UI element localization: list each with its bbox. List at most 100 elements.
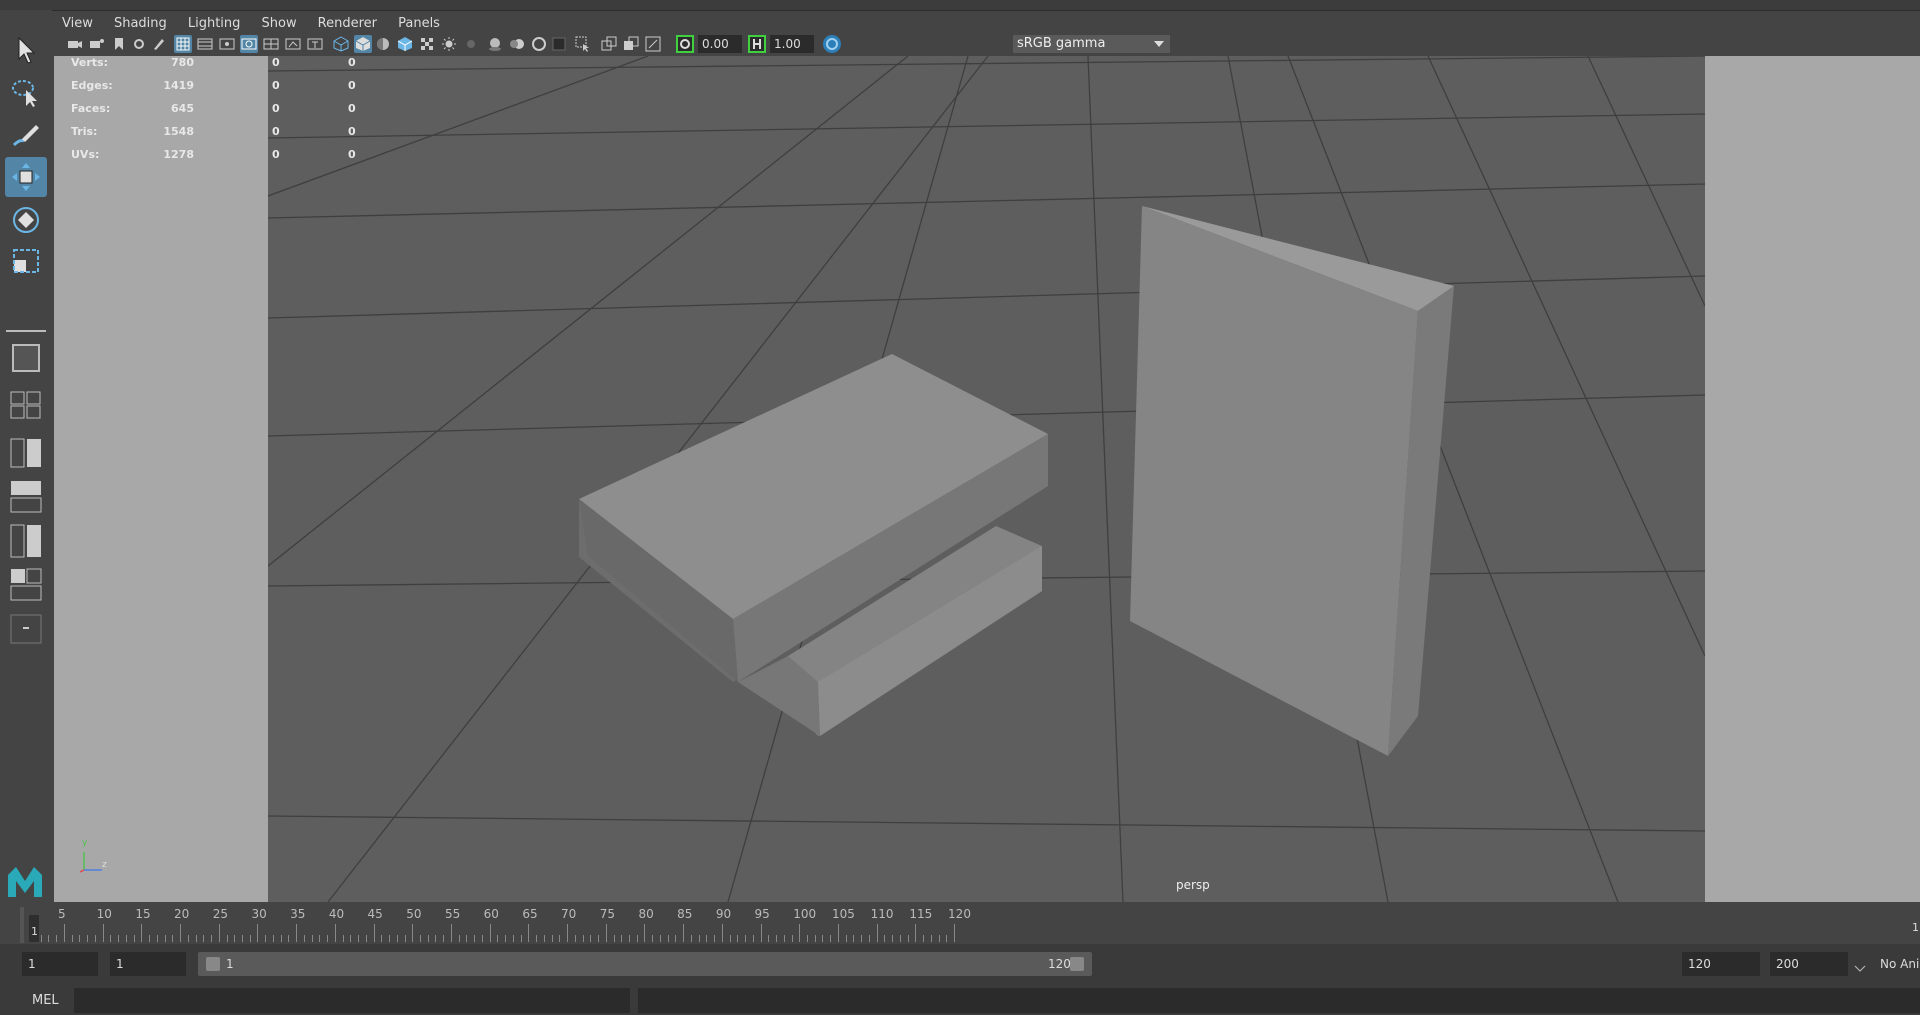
start-time-field[interactable]: 1 [22, 952, 98, 976]
time-label: 50 [406, 907, 422, 921]
xray-joints-button[interactable] [622, 35, 640, 53]
time-tick [745, 935, 747, 942]
menu-panels[interactable]: Panels [398, 14, 440, 34]
perspective-camera-view[interactable]: persp [268, 56, 1705, 902]
exposure-toggle-button[interactable] [676, 35, 694, 53]
camera-select-button[interactable] [66, 35, 84, 53]
time-tick [466, 935, 468, 942]
viewport-panel[interactable]: persp Verts: 780 0 0 Edges: 1419 0 0 Fac… [54, 56, 1920, 902]
view-transform-dropdown[interactable] [1148, 35, 1170, 53]
time-label: 75 [599, 907, 616, 921]
time-tick [257, 924, 259, 942]
time-tick [272, 935, 274, 942]
hud-value: 1548 [163, 125, 194, 138]
gate-mask-button[interactable] [240, 35, 258, 53]
camera-attributes-button[interactable] [88, 35, 106, 53]
script-language-toggle[interactable]: MEL [10, 986, 70, 1015]
motion-blur-button[interactable] [508, 35, 526, 53]
safe-title-button[interactable] [306, 35, 324, 53]
range-slider[interactable]: 1 120 [198, 952, 1092, 976]
command-input[interactable] [74, 988, 630, 1013]
field-chart-button[interactable] [262, 35, 280, 53]
aa-icon [532, 37, 546, 51]
time-tick [892, 935, 894, 942]
hypershade-layout-button[interactable] [9, 568, 43, 601]
multisample-aa-button[interactable] [530, 35, 548, 53]
wireframe-button[interactable] [332, 35, 350, 53]
persp-graph-icon [10, 481, 42, 513]
use-default-material-button[interactable] [374, 35, 392, 53]
xray-button[interactable] [600, 35, 618, 53]
film-gate-button[interactable] [196, 35, 214, 53]
time-label: 85 [677, 907, 693, 921]
resolution-gate-button[interactable] [218, 35, 236, 53]
shadows-button[interactable] [460, 35, 478, 53]
xray-components-button[interactable] [644, 35, 662, 53]
time-label: 90 [715, 907, 732, 921]
wireframe-on-shaded-button[interactable] [396, 35, 414, 53]
smooth-shade-button[interactable] [354, 35, 372, 53]
chevron-down-icon [1854, 965, 1866, 972]
grid-toggle-button[interactable] [174, 35, 192, 53]
lasso-tool-button[interactable] [5, 72, 47, 112]
outliner-persp-layout-button[interactable] [9, 438, 43, 468]
axis-y-label: y [82, 838, 88, 848]
time-tick [567, 924, 569, 942]
playback-end-field[interactable]: 120 [1682, 952, 1760, 976]
range-start-handle[interactable] [206, 957, 220, 971]
menu-shading[interactable]: Shading [114, 14, 167, 34]
outliner-graph-layout-button[interactable] [9, 524, 43, 558]
time-tick [172, 935, 174, 942]
time-tick [373, 924, 375, 942]
rotate-tool-button[interactable] [5, 200, 47, 240]
isolate-select-button[interactable] [574, 35, 592, 53]
safe-title-icon [307, 38, 323, 50]
end-time-field[interactable]: 200 [1770, 952, 1848, 976]
hud-row-edges: Edges: 1419 0 0 [54, 79, 364, 99]
view-transform-select[interactable]: sRGB gamma [1013, 35, 1169, 53]
menu-view[interactable]: View [62, 14, 93, 34]
time-label: 120 [948, 907, 971, 921]
anim-layer-dropdown[interactable] [1854, 958, 1866, 972]
single-pane-layout-button[interactable] [9, 343, 43, 373]
time-tick [218, 924, 220, 942]
motion-blur-icon [510, 39, 524, 49]
four-pane-layout-button[interactable] [9, 390, 43, 420]
menu-renderer[interactable]: Renderer [318, 14, 377, 34]
use-all-lights-button[interactable] [440, 35, 458, 53]
bookmark-button[interactable] [110, 35, 128, 53]
menu-lighting[interactable]: Lighting [188, 14, 241, 34]
range-end-handle[interactable] [1070, 957, 1084, 971]
safe-action-button[interactable] [284, 35, 302, 53]
gamma-toggle-button[interactable] [748, 35, 766, 53]
hud-value-object: 0 [348, 148, 356, 161]
exposure-field[interactable]: 0.00 [698, 35, 742, 53]
time-slider[interactable]: 5 10 15 20 25 30 35 40 45 50 55 60 65 70 75 80 85 90 95 100… [0, 903, 1920, 944]
view-transform-toggle[interactable] [822, 34, 842, 54]
persp-graph-layout-button[interactable] [9, 481, 43, 513]
time-tick [598, 935, 600, 942]
scale-tool-button[interactable] [5, 242, 47, 282]
time-label: 20 [174, 907, 190, 921]
2d-pan-zoom-button[interactable] [150, 35, 168, 53]
time-tick [125, 935, 127, 942]
move-tool-button[interactable] [5, 157, 47, 197]
depth-of-field-button[interactable] [550, 35, 568, 53]
gamma-field[interactable]: 1.00 [770, 35, 814, 53]
hypershade-layout-icon [10, 568, 42, 601]
image-plane-button[interactable] [130, 35, 148, 53]
time-tick [505, 935, 507, 942]
select-tool-button[interactable] [5, 30, 47, 70]
layout-options-button[interactable] [9, 614, 43, 644]
textured-button[interactable] [418, 35, 436, 53]
anim-layer-field[interactable]: No Anim [1874, 952, 1920, 976]
range-end-label: 120 [1048, 957, 1071, 971]
wire-on-shaded-icon [397, 37, 413, 51]
menu-show[interactable]: Show [262, 14, 297, 34]
time-label: 60 [483, 907, 499, 921]
time-ruler[interactable]: 5 10 15 20 25 30 35 40 45 50 55 60 65 70 75 80 85 90 95 100… [29, 903, 1909, 944]
screen-space-ao-button[interactable] [486, 35, 504, 53]
playback-start-field[interactable]: 1 [110, 952, 186, 976]
time-tick [303, 935, 305, 942]
paint-select-tool-button[interactable] [5, 115, 47, 155]
